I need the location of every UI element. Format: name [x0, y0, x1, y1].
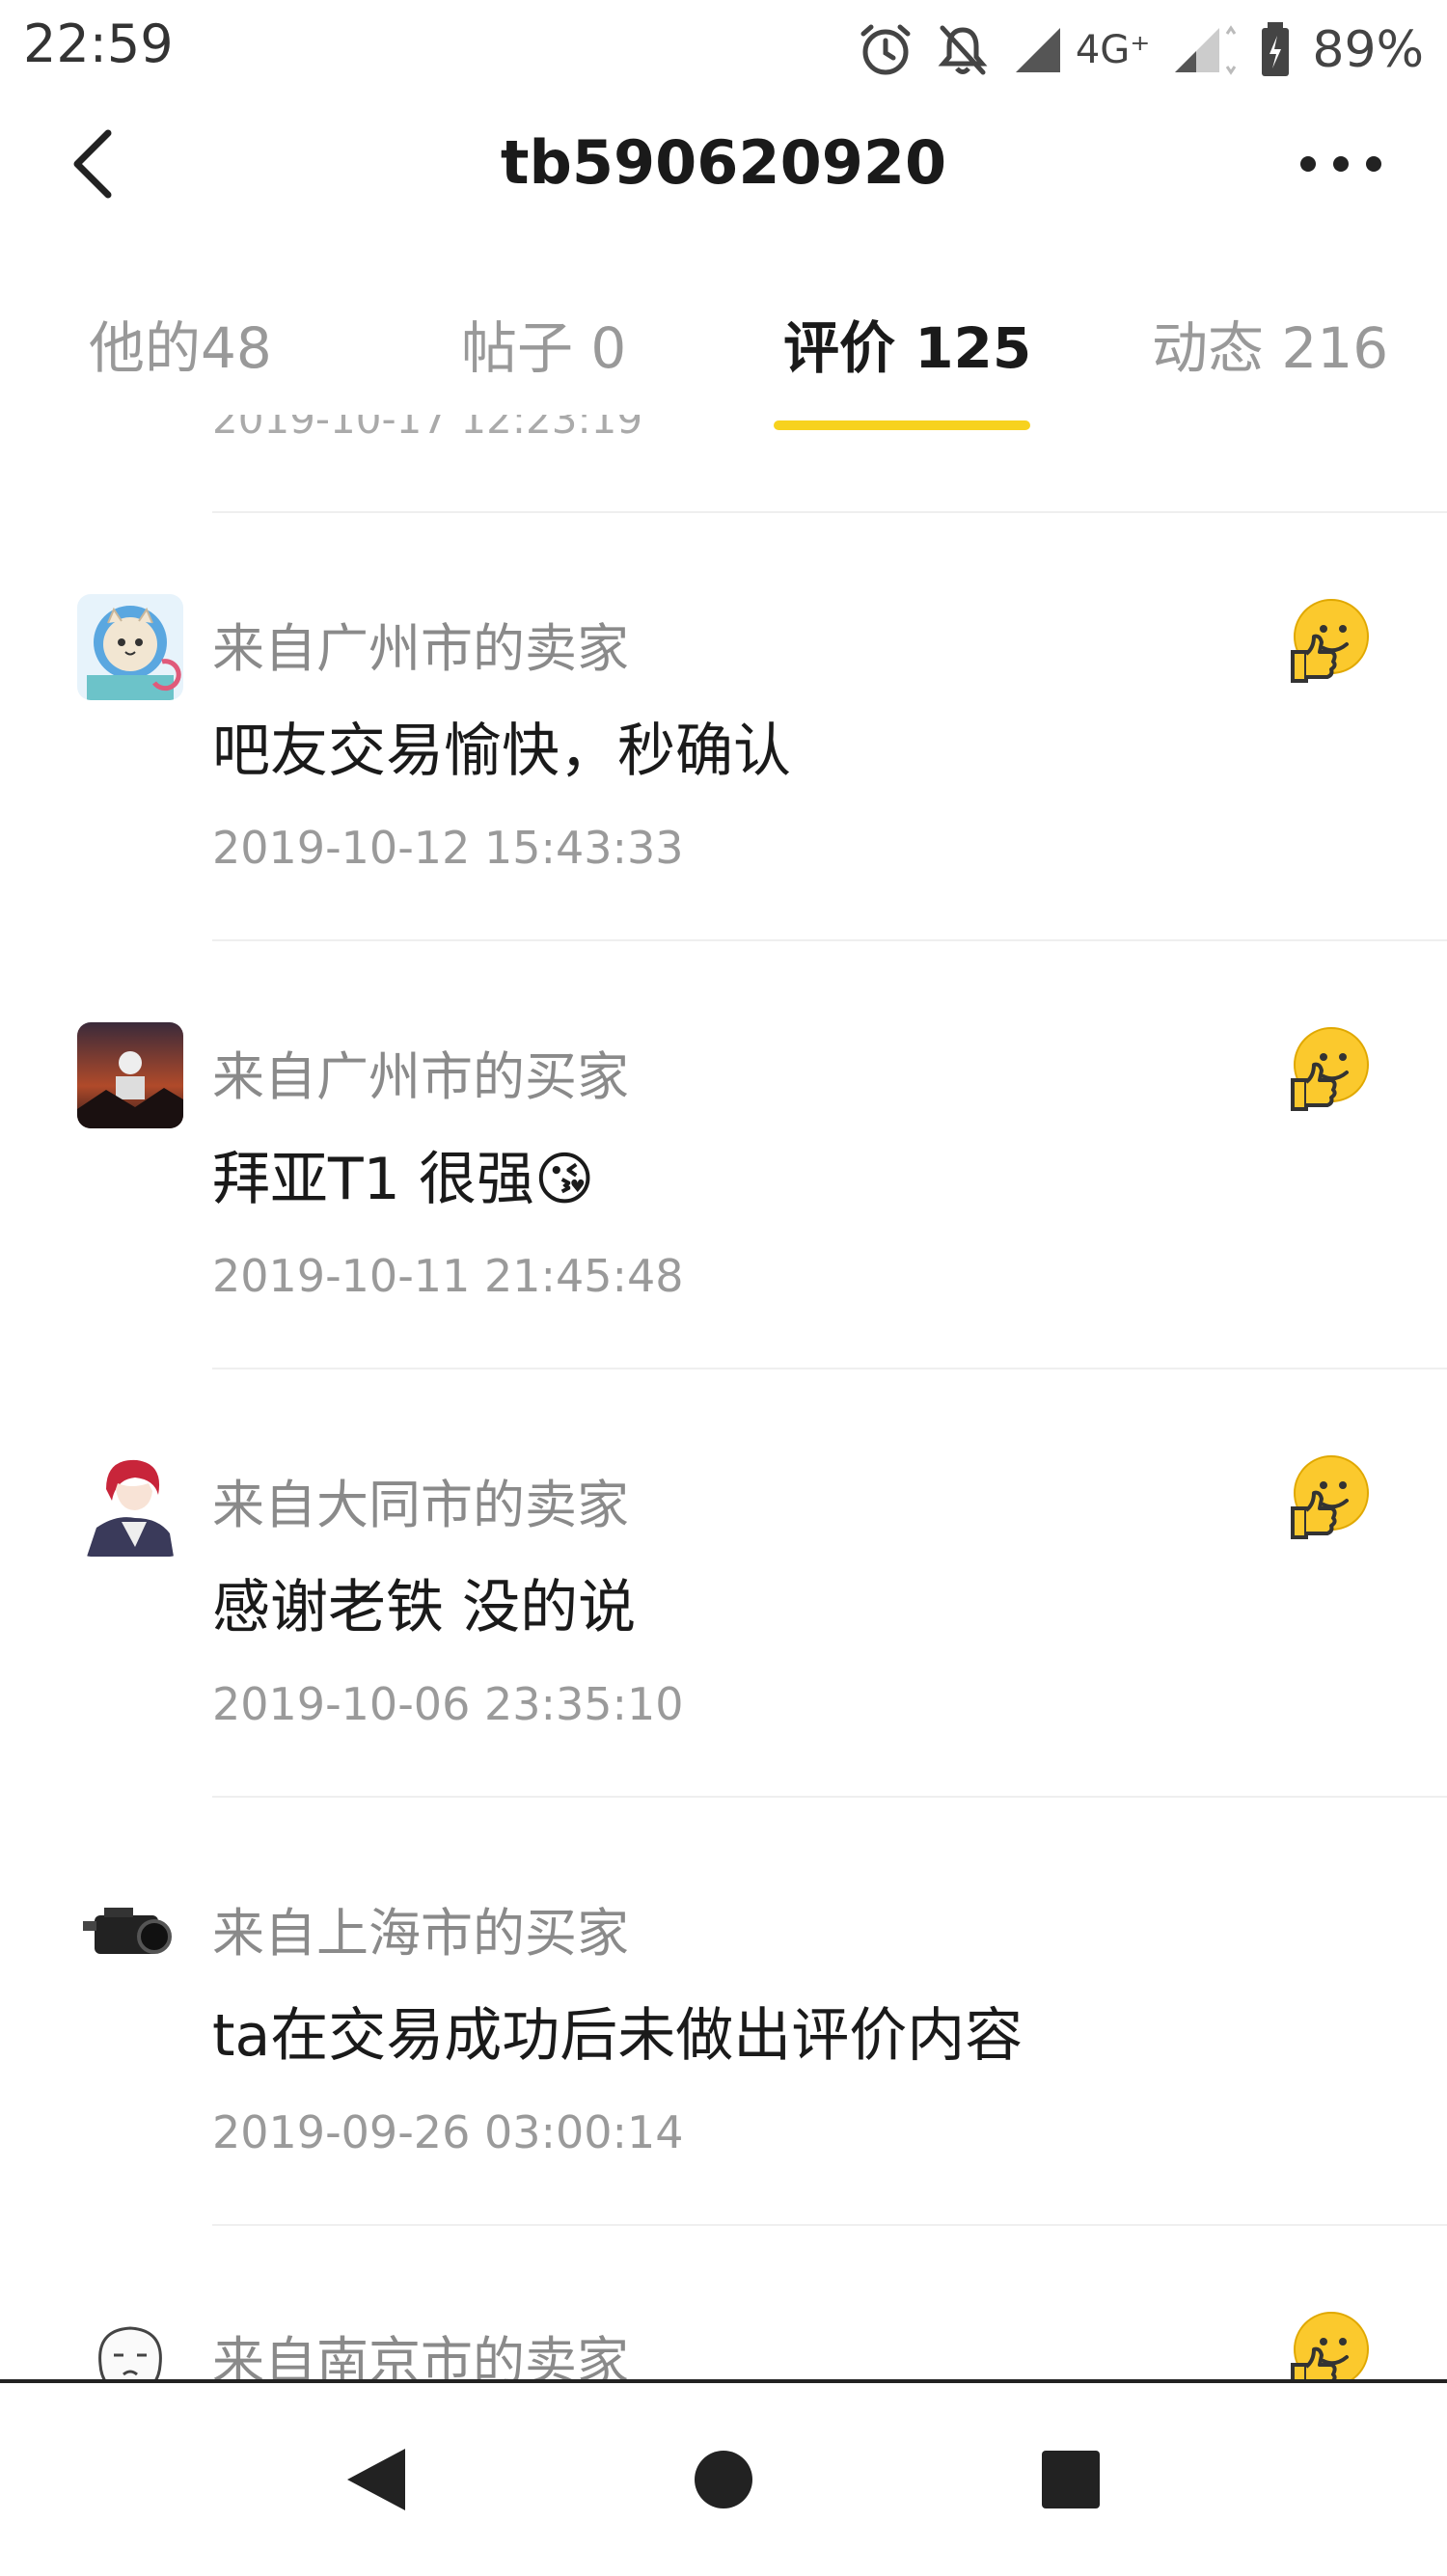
review-item[interactable]: 来自大同市的卖家 感谢老铁 没的说 2019-10-06 23:35:10	[0, 1369, 1447, 1796]
review-item[interactable]: 来自上海市的买家 ta在交易成功后未做出评价内容 2019-09-26 03:0…	[0, 1798, 1447, 2224]
review-date: 2019-09-26 03:00:14	[212, 2106, 684, 2158]
system-nav-bar	[0, 2379, 1447, 2576]
header: tb590620920	[0, 100, 1447, 226]
nav-recents-button[interactable]	[1032, 2441, 1109, 2518]
avatar[interactable]	[77, 1879, 183, 1985]
avatar[interactable]	[77, 1022, 183, 1128]
status-bar: 22:59 4G⁺ 89%	[0, 0, 1447, 100]
review-date: 2019-10-11 21:45:48	[212, 1250, 684, 1302]
review-source: 来自广州市的买家	[212, 1046, 629, 1107]
review-date: 2019-10-06 23:35:10	[212, 1678, 684, 1730]
review-source: 来自上海市的买家	[212, 1903, 629, 1964]
review-source: 来自大同市的卖家	[212, 1475, 629, 1535]
mute-bell-icon	[938, 25, 988, 75]
signal-weak-icon	[1175, 25, 1237, 75]
tab-posts[interactable]: 帖子 0	[461, 303, 626, 384]
nav-back-icon	[347, 2449, 405, 2510]
alarm-icon	[860, 24, 911, 75]
avatar[interactable]	[77, 2307, 183, 2382]
dark-scene-avatar-icon	[77, 1022, 183, 1128]
tab-reviews[interactable]: 评价 125	[783, 303, 1031, 384]
tab-his[interactable]: 他的48	[89, 303, 272, 384]
anime-red-hair-avatar-icon	[77, 1451, 183, 1557]
sketch-face-avatar-icon	[77, 2307, 183, 2382]
review-item[interactable]: 来自广州市的买家 拜亚T1 很强😘 2019-10-11 21:45:48	[0, 941, 1447, 1368]
review-text: 拜亚T1 很强😘	[212, 1146, 595, 1213]
tab-activity[interactable]: 动态 216	[1152, 303, 1388, 384]
thumbs-up-emoji-icon	[1283, 1451, 1374, 1541]
thumbs-up-emoji-icon	[1283, 594, 1374, 685]
review-list[interactable]: 2019-10-17 12:23:19 来自广州市的卖家 吧友交易愉快，秒确认 …	[0, 415, 1447, 2382]
review-text: 感谢老铁 没的说	[212, 1574, 637, 1641]
more-button[interactable]	[1293, 135, 1389, 193]
status-time: 22:59	[23, 14, 174, 74]
nav-recents-icon	[1042, 2451, 1100, 2508]
thumbs-up-emoji-icon	[1283, 2307, 1374, 2382]
tab-bar: 他的48 帖子 0 评价 125 动态 216	[0, 280, 1447, 434]
status-icons: 4G⁺ 89%	[858, 14, 1424, 87]
network-type: 4G⁺	[1075, 28, 1151, 72]
review-item[interactable]: 来自广州市的卖家 吧友交易愉快，秒确认 2019-10-12 15:43:33	[0, 513, 1447, 939]
nav-home-icon	[695, 2451, 752, 2508]
signal-icon	[1015, 28, 1060, 72]
review-date: 2019-10-12 15:43:33	[212, 822, 684, 874]
camera-avatar-icon	[77, 1879, 183, 1985]
previous-review-date: 2019-10-17 12:23:19	[212, 415, 643, 443]
avatar[interactable]	[77, 1451, 183, 1557]
avatar[interactable]	[77, 594, 183, 700]
thumbs-up-emoji-icon	[1283, 1022, 1374, 1113]
nav-back-button[interactable]	[338, 2441, 415, 2518]
review-item[interactable]: 来自南京市的卖家	[0, 2226, 1447, 2382]
battery-icon	[1262, 22, 1290, 76]
review-source: 来自南京市的卖家	[212, 2331, 629, 2382]
nav-home-button[interactable]	[685, 2441, 762, 2518]
review-source: 来自广州市的卖家	[212, 618, 629, 679]
cat-astronaut-avatar-icon	[77, 594, 183, 700]
review-text: ta在交易成功后未做出评价内容	[212, 2002, 1024, 2070]
more-dots-icon	[1300, 156, 1381, 172]
battery-percent: 89%	[1312, 21, 1424, 79]
review-text: 吧友交易愉快，秒确认	[212, 718, 791, 785]
page-title: tb590620920	[500, 127, 947, 198]
